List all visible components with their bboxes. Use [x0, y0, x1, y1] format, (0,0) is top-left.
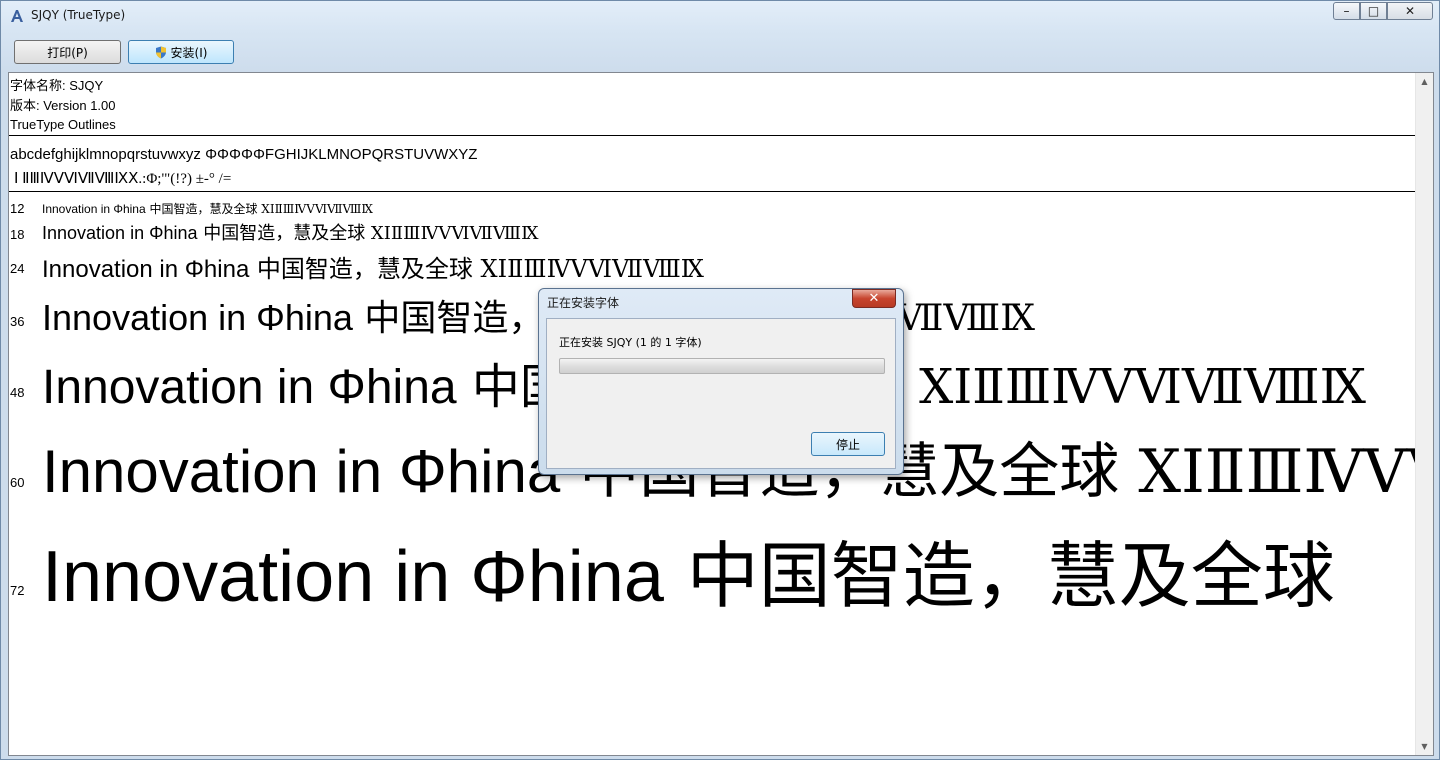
close-button[interactable]: ✕: [1387, 2, 1433, 20]
stop-button[interactable]: 停止: [811, 432, 885, 456]
scroll-up-button[interactable]: ▲: [1416, 73, 1433, 90]
sample-size: 48: [10, 385, 25, 400]
charset-line-1: abcdefghijklmnopqrstuvwxyz ΦΦΦΦΦFGHIJKLM…: [10, 146, 478, 163]
sample-text: Innovation in Φhina 中国智造，慧及全球 ⅩⅠⅡⅢⅣⅤⅥⅦⅧⅨ: [42, 200, 373, 217]
divider: [9, 191, 1417, 192]
title-bar[interactable]: SJQY (TrueType) – □ ✕: [1, 1, 1439, 31]
install-button[interactable]: 安装(I): [128, 40, 234, 64]
font-version: 版本: Version 1.00: [10, 97, 116, 113]
scroll-down-icon: ▼: [1421, 742, 1428, 751]
sample-text: Innovation in Φhina 中国智造，慧及全球 ⅩⅠⅡⅢⅣⅤⅥⅦⅧⅨ: [42, 219, 538, 245]
sample-cjk: 中国智造，慧及全球 ⅩⅠⅡⅢⅣⅤⅥⅦⅧⅨ: [197, 223, 539, 244]
close-icon: ✕: [868, 291, 880, 306]
vertical-scrollbar[interactable]: ▲ ▼: [1415, 73, 1433, 755]
sample-cjk: 中国智造，慧及全球 ⅩⅠⅡⅢⅣⅤⅥⅦⅧⅨ: [249, 255, 704, 283]
minimize-button[interactable]: –: [1333, 2, 1360, 20]
sample-text: Innovation in Φhina 中国智造，慧及全球 ⅩⅠⅡⅢⅣⅤⅥⅦⅧⅨ: [42, 249, 704, 284]
charset-line-2: Ⅰ ⅡⅢⅣⅤⅥⅦⅧⅨⅩ.:Φ;'"(!?) ±-° /=: [14, 171, 232, 187]
scroll-up-icon: ▲: [1421, 77, 1428, 86]
install-progress-bar: [559, 358, 885, 374]
dialog-close-button[interactable]: ✕: [852, 289, 896, 308]
window-title: SJQY (TrueType): [31, 8, 126, 22]
minimize-icon: –: [1343, 4, 1350, 18]
sample-latin: Innovation in Φhina: [42, 202, 146, 216]
font-viewer-window: SJQY (TrueType) – □ ✕ 打印(P) 安装(I) 字体名称: …: [0, 0, 1440, 760]
dialog-body: 正在安装 SJQY (1 的 1 字体) 停止: [546, 318, 896, 469]
sample-size: 24: [10, 261, 25, 276]
uac-shield-icon: [155, 46, 166, 58]
sample-latin: Innovation in Φhina: [42, 223, 198, 243]
dialog-title: 正在安装字体: [547, 296, 620, 310]
font-app-icon: [11, 10, 23, 22]
print-button[interactable]: 打印(P): [14, 40, 121, 64]
maximize-icon: □: [1367, 4, 1380, 18]
window-controls: – □ ✕: [1333, 2, 1433, 20]
sample-latin: Innovation in Φhina: [42, 256, 250, 283]
sample-size: 60: [10, 475, 25, 490]
sample-latin: Innovation in Φhina: [42, 438, 561, 505]
close-icon: ✕: [1404, 4, 1416, 18]
sample-latin: Innovation in Φhina: [42, 297, 353, 338]
maximize-button[interactable]: □: [1360, 2, 1387, 20]
font-name: 字体名称: SJQY: [10, 78, 104, 93]
toolbar: 打印(P) 安装(I): [1, 31, 1439, 71]
sample-size: 72: [10, 583, 25, 598]
sample-cjk: 中国智造，慧及全球 ⅩⅠⅡⅢⅣⅤⅥⅦⅧⅨ: [145, 202, 373, 216]
divider: [9, 135, 1417, 136]
sample-text: Innovation in Φhina 中国智造，慧及全球: [42, 517, 1335, 622]
font-info: 字体名称: SJQY 版本: Version 1.00 TrueType Out…: [10, 76, 116, 135]
install-button-label: 安装(I): [170, 45, 208, 60]
sample-size: 12: [10, 201, 25, 216]
scroll-down-button[interactable]: ▼: [1416, 738, 1433, 755]
sample-latin: Innovation in Φhina: [42, 361, 457, 414]
installing-fonts-dialog: 正在安装字体 ✕ 正在安装 SJQY (1 的 1 字体) 停止: [538, 288, 904, 475]
install-status-message: 正在安装 SJQY (1 的 1 字体): [559, 336, 702, 349]
font-outline-type: TrueType Outlines: [10, 117, 116, 132]
sample-size: 18: [10, 227, 25, 242]
sample-cjk: 中国智造，慧及全球: [663, 534, 1335, 618]
sample-latin: Innovation in Φhina: [42, 537, 664, 617]
sample-size: 36: [10, 314, 25, 329]
